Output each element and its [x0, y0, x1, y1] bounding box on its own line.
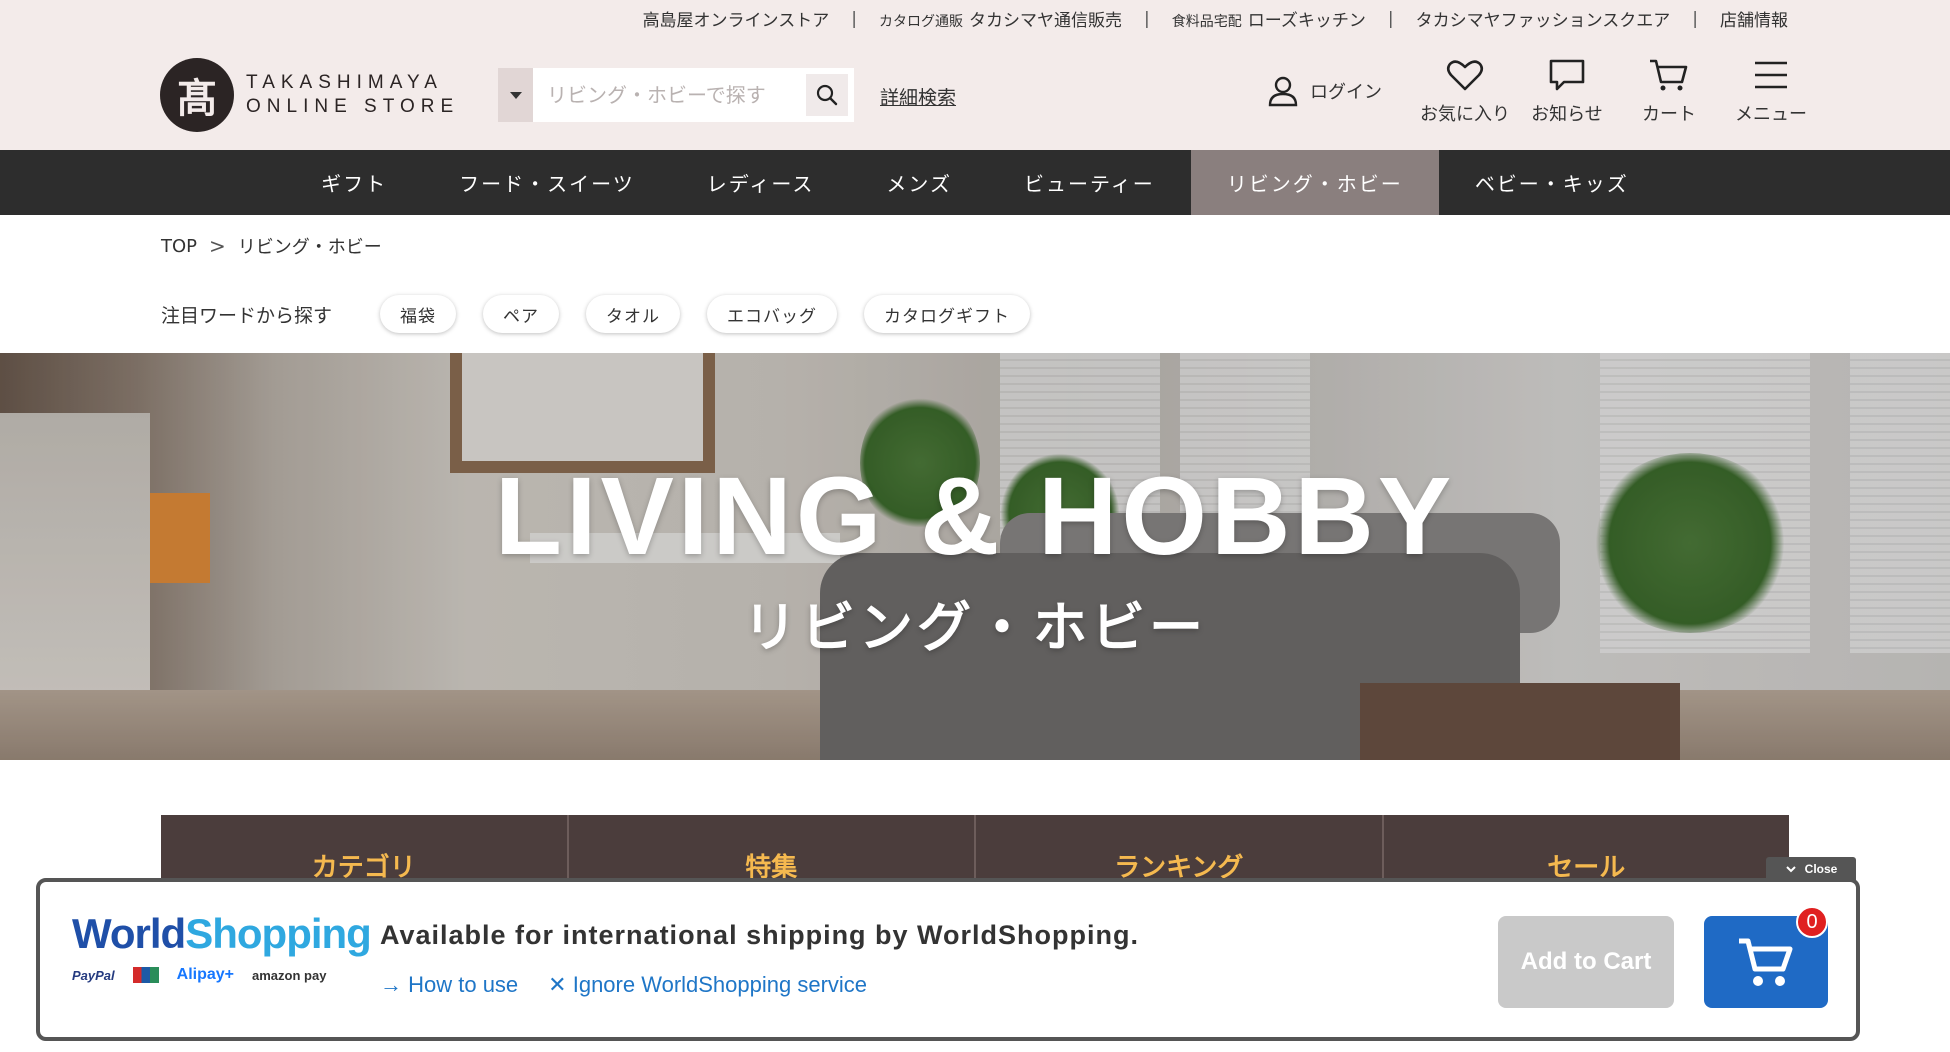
search-input[interactable]: [533, 68, 806, 122]
user-icon: [1268, 76, 1298, 107]
keyword-chip[interactable]: エコバッグ: [707, 295, 838, 333]
utility-links: 高島屋オンラインストア | カタログ通販 タカシマヤ通信販売 | 食料品宅配 ローズ…: [643, 6, 1788, 32]
cart-button[interactable]: カート: [1624, 58, 1714, 126]
utility-link-label: タカシマヤ通信販売: [968, 11, 1122, 31]
search-button[interactable]: [806, 74, 848, 116]
breadcrumb-top[interactable]: TOP: [161, 236, 197, 257]
worldshopping-message: Available for international shipping by …: [380, 920, 1140, 950]
logo-line-1: TAKASHIMAYA: [246, 72, 443, 93]
keyword-chip[interactable]: 福袋: [380, 295, 457, 333]
featured-keywords: 注目ワードから探す 福袋 ペア タオル エコバッグ カタログギフト: [161, 295, 1057, 333]
breadcrumb-current: リビング・ホビー: [237, 237, 382, 258]
keyword-chip[interactable]: カタログギフト: [864, 295, 1031, 333]
separator: |: [851, 8, 857, 29]
utility-link-online-store[interactable]: 高島屋オンラインストア: [643, 6, 830, 31]
worldshopping-logo: WorldShopping PayPal Alipay+ amazon pay: [72, 910, 372, 984]
breadcrumb: TOP > リビング・ホビー: [161, 233, 382, 259]
utility-link-catalog[interactable]: カタログ通販 タカシマヤ通信販売: [879, 6, 1122, 31]
favorites-button[interactable]: お気に入り: [1420, 58, 1510, 126]
alipay-logo: Alipay+: [176, 966, 235, 983]
speech-bubble-icon: [1549, 59, 1585, 91]
logo-mark-glyph: 髙: [177, 75, 217, 122]
unionpay-logo: [132, 967, 159, 983]
login-button[interactable]: ログイン: [1266, 74, 1382, 108]
logo-word-world: World: [72, 910, 186, 957]
nav-item-ladies[interactable]: レディース: [671, 150, 851, 215]
logo-word-shopping: Shopping: [185, 910, 372, 957]
main-nav: ギフト フード・スイーツ レディース メンズ ビューティー リビング・ホビー ベ…: [0, 150, 1950, 215]
logo-line-2: ONLINE STORE: [246, 96, 460, 117]
menu-button[interactable]: メニュー: [1726, 58, 1816, 126]
hero-banner: LIVING & HOBBY リビング・ホビー: [0, 353, 1950, 760]
worldshopping-wordmark: WorldShopping: [72, 910, 372, 958]
payment-methods: PayPal Alipay+ amazon pay: [72, 966, 371, 984]
nav-item-food-sweets[interactable]: フード・スイーツ: [423, 150, 671, 215]
nav-item-living-hobby[interactable]: リビング・ホビー: [1190, 150, 1439, 215]
site-logo[interactable]: 髙 TAKASHIMAYA ONLINE STORE: [160, 58, 459, 132]
nav-item-gift[interactable]: ギフト: [285, 150, 423, 215]
search-icon: [816, 84, 838, 106]
utility-link-prefix: カタログ通販: [878, 14, 963, 30]
keyword-chip[interactable]: ペア: [483, 295, 560, 333]
keyword-chip[interactable]: タオル: [586, 295, 681, 333]
favorites-label: お気に入り: [1420, 104, 1510, 125]
nav-item-mens[interactable]: メンズ: [850, 150, 988, 215]
paypal-logo: PayPal: [72, 967, 115, 983]
logo-text: TAKASHIMAYA ONLINE STORE: [246, 71, 459, 119]
utility-link-fashion-square[interactable]: タカシマヤファッションスクエア: [1416, 6, 1671, 31]
hero-subtitle: リビング・ホビー: [743, 596, 1207, 659]
utility-link-store-info[interactable]: 店舗情報: [1720, 6, 1788, 31]
worldshopping-banner: WorldShopping PayPal Alipay+ amazon pay …: [36, 878, 1860, 1041]
logo-mark: 髙: [160, 58, 234, 132]
separator: |: [1387, 8, 1394, 29]
search-bar: [498, 68, 854, 122]
amazon-pay-logo: amazon pay: [252, 967, 327, 983]
worldshopping-links: → How to use ✕ Ignore WorldShopping serv…: [380, 972, 897, 998]
login-label: ログイン: [1310, 82, 1382, 103]
how-to-use-link[interactable]: → How to use: [380, 972, 518, 998]
chevron-down-icon: [1785, 866, 1796, 873]
header-actions: ログイン お気に入り お知らせ カート メニュー: [1266, 58, 1816, 126]
utility-link-label: ローズキッチン: [1247, 11, 1366, 31]
notices-label: お知らせ: [1531, 104, 1603, 125]
cart-label: カート: [1642, 104, 1696, 125]
caret-down-icon: [509, 91, 522, 99]
close-label: Close: [1804, 862, 1838, 876]
nav-item-beauty[interactable]: ビューティー: [988, 150, 1191, 215]
keywords-label: 注目ワードから探す: [161, 304, 333, 327]
cart-count-badge: 0: [1796, 906, 1828, 938]
separator: |: [1692, 8, 1698, 29]
utility-link-prefix: 食料品宅配: [1171, 14, 1242, 30]
hamburger-menu-icon: [1755, 61, 1787, 89]
notices-button[interactable]: お知らせ: [1522, 58, 1612, 126]
chevron-right-icon: >: [209, 234, 226, 258]
nav-item-baby-kids[interactable]: ベビー・キッズ: [1439, 150, 1665, 215]
shopping-cart-icon: [1739, 938, 1793, 986]
hero-title: LIVING & HOBBY: [494, 455, 1456, 578]
heart-icon: [1446, 60, 1484, 91]
add-to-cart-button[interactable]: Add to Cart: [1498, 916, 1674, 1008]
advanced-search-link[interactable]: 詳細検索: [880, 83, 956, 110]
ignore-service-link[interactable]: ✕ Ignore WorldShopping service: [548, 972, 867, 998]
cart-icon: [1650, 59, 1688, 91]
menu-label: メニュー: [1735, 104, 1807, 125]
utility-link-rose-kitchen[interactable]: 食料品宅配 ローズキッチン: [1172, 6, 1366, 31]
separator: |: [1143, 8, 1150, 29]
site-header: 高島屋オンラインストア | カタログ通販 タカシマヤ通信販売 | 食料品宅配 ローズ…: [0, 0, 1950, 150]
search-scope-dropdown[interactable]: [498, 68, 533, 122]
